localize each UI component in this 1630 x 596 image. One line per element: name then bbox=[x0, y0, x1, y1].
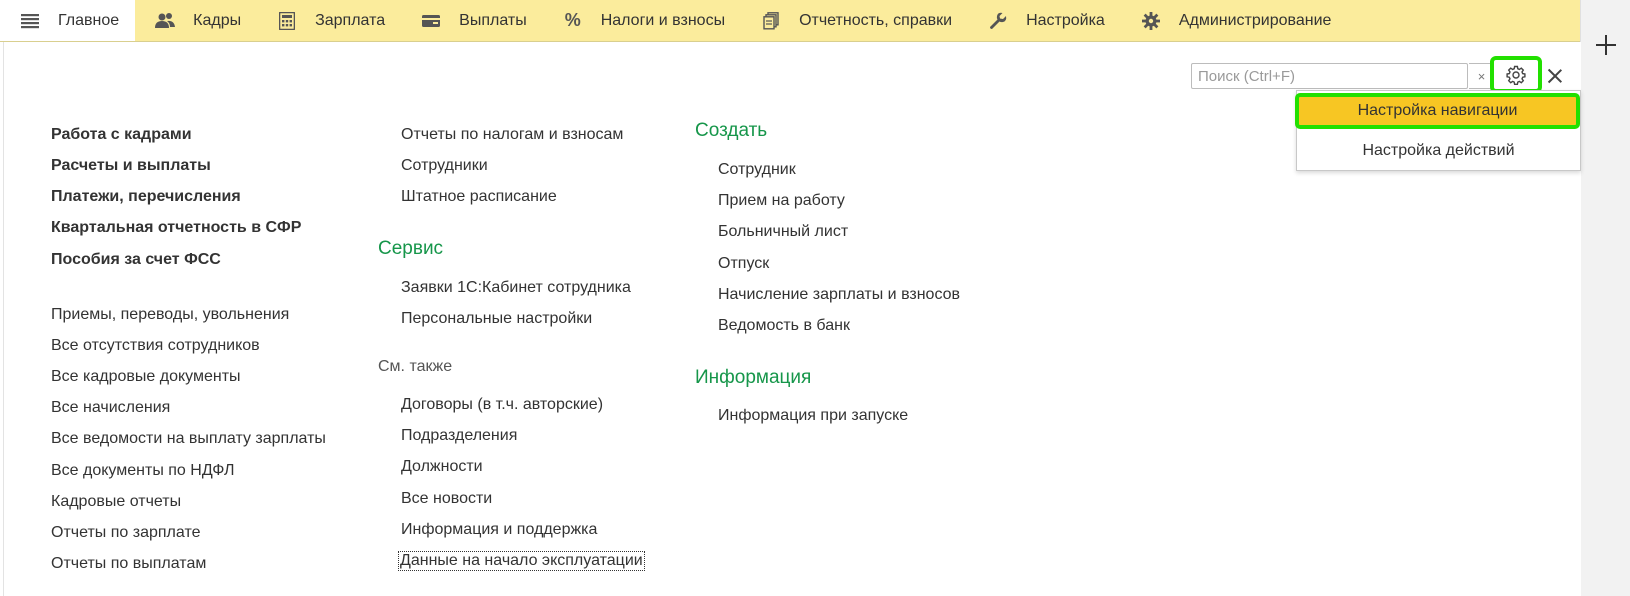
tab-settings[interactable]: Настройка bbox=[968, 0, 1121, 41]
tab-salary[interactable]: Зарплата bbox=[257, 0, 401, 41]
settings-dropdown: Настройка навигации Настройка действий bbox=[1295, 90, 1581, 171]
tab-label: Настройка bbox=[1026, 11, 1105, 29]
see-also-heading: См. также bbox=[378, 358, 453, 375]
nav-link[interactable]: Договоры (в т.ч. авторские) bbox=[401, 396, 603, 414]
people-icon bbox=[155, 11, 176, 31]
tab-administration[interactable]: Администрирование bbox=[1121, 0, 1348, 41]
tab-label: Отчетность, справки bbox=[799, 11, 953, 29]
wallet-icon bbox=[421, 11, 441, 31]
create-link[interactable]: Ведомость в банк bbox=[718, 317, 850, 335]
create-link[interactable]: Отпуск bbox=[718, 255, 769, 273]
tab-taxes[interactable]: % Налоги и взносы bbox=[543, 0, 741, 41]
nav-link[interactable]: Отчеты по налогам и взносам bbox=[401, 126, 623, 144]
tab-label: Администрирование bbox=[1178, 11, 1332, 29]
nav-link[interactable]: Информация и поддержка bbox=[401, 521, 597, 539]
nav-link[interactable]: Все отсутствия сотрудников bbox=[51, 337, 260, 355]
tab-personnel[interactable]: Кадры bbox=[135, 0, 257, 41]
info-heading: Информация bbox=[695, 367, 812, 388]
nav-link[interactable]: Штатное расписание bbox=[401, 188, 557, 206]
percent-icon: % bbox=[564, 10, 581, 30]
create-link[interactable]: Больничный лист bbox=[718, 223, 848, 241]
documents-icon bbox=[761, 11, 781, 31]
create-link[interactable]: Прием на работу bbox=[718, 192, 845, 210]
nav-link[interactable]: Кадровые отчеты bbox=[51, 493, 181, 511]
tab-label: Налоги и взносы bbox=[600, 11, 726, 29]
search-input[interactable] bbox=[1192, 64, 1440, 88]
tab-payments[interactable]: Выплаты bbox=[401, 0, 543, 41]
bold-link[interactable]: Пособия за счет ФСС bbox=[51, 251, 221, 269]
tab-label: Выплаты bbox=[459, 11, 527, 29]
create-link[interactable]: Начисление зарплаты и взносов bbox=[718, 286, 960, 304]
settings-gear-button[interactable] bbox=[1490, 56, 1542, 93]
bold-link[interactable]: Платежи, перечисления bbox=[51, 188, 241, 206]
actions-settings-item[interactable]: Настройка действий bbox=[1297, 137, 1580, 165]
nav-link[interactable]: Сотрудники bbox=[401, 157, 488, 175]
tab-label: Кадры bbox=[193, 11, 242, 29]
nav-link[interactable]: Все ведомости на выплату зарплаты bbox=[51, 430, 326, 448]
new-window-plus-icon[interactable] bbox=[1595, 34, 1617, 56]
navigation-settings-item[interactable]: Настройка навигации bbox=[1295, 93, 1580, 129]
nav-link[interactable]: Заявки 1С:Кабинет сотрудника bbox=[401, 279, 631, 297]
nav-link[interactable]: Все кадровые документы bbox=[51, 368, 241, 386]
gear-icon bbox=[1141, 11, 1161, 31]
info-link[interactable]: Информация при запуске bbox=[718, 407, 908, 425]
calculator-icon bbox=[277, 11, 297, 31]
tab-reports[interactable]: Отчетность, справки bbox=[741, 0, 968, 41]
bold-link[interactable]: Расчеты и выплаты bbox=[51, 157, 211, 175]
create-heading: Создать bbox=[695, 120, 768, 141]
tab-label: Зарплата bbox=[315, 11, 386, 29]
nav-link[interactable]: Должности bbox=[401, 458, 483, 476]
bold-link[interactable]: Работа с кадрами bbox=[51, 126, 192, 144]
nav-link[interactable]: Персональные настройки bbox=[401, 310, 592, 328]
close-icon[interactable] bbox=[1544, 65, 1566, 87]
nav-link[interactable]: Приемы, переводы, увольнения bbox=[51, 306, 289, 324]
section-panel: Главное Кадры Зарплата Выплаты % Налоги … bbox=[0, 0, 1580, 42]
nav-link[interactable]: Все новости bbox=[401, 490, 492, 508]
tab-label: Главное bbox=[58, 11, 120, 29]
right-strip bbox=[1580, 0, 1630, 596]
nav-link[interactable]: Все документы по НДФЛ bbox=[51, 462, 234, 480]
nav-link[interactable]: Все начисления bbox=[51, 399, 170, 417]
tab-main[interactable]: Главное bbox=[0, 0, 136, 41]
gear-icon bbox=[1506, 65, 1526, 85]
create-link[interactable]: Сотрудник bbox=[718, 161, 796, 179]
service-heading: Сервис bbox=[378, 238, 444, 259]
search-box bbox=[1191, 63, 1468, 89]
nav-link[interactable]: Отчеты по зарплате bbox=[51, 524, 200, 542]
bold-link[interactable]: Квартальная отчетность в СФР bbox=[51, 219, 301, 237]
wrench-icon bbox=[988, 11, 1008, 31]
nav-link-focused[interactable]: Данные на начало эксплуатации bbox=[398, 551, 645, 571]
nav-link[interactable]: Подразделения bbox=[401, 427, 517, 445]
nav-link[interactable]: Отчеты по выплатам bbox=[51, 555, 206, 573]
menu-lines-icon bbox=[20, 11, 40, 31]
